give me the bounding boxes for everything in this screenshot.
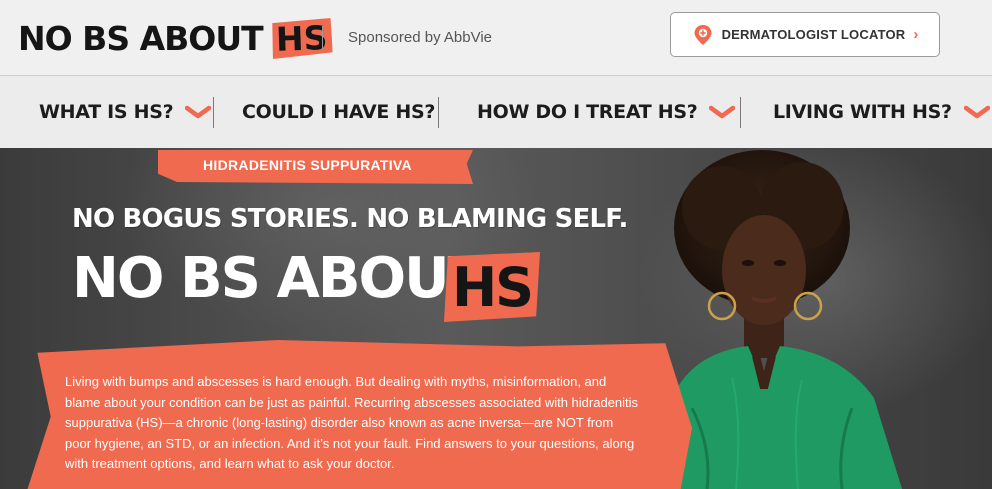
chevron-down-icon	[709, 105, 736, 119]
sponsor-text: Sponsored by AbbVie	[348, 29, 493, 46]
nav-label: LIVING WITH HS?	[773, 101, 952, 123]
hero-hs-badge: HS	[444, 252, 540, 322]
logo-text: NO BS ABOUT	[18, 18, 264, 58]
dermatologist-locator-button[interactable]: DERMATOLOGIST LOCATOR ›	[670, 12, 940, 57]
chevron-down-icon	[963, 105, 990, 119]
logo-hs-badge: HS	[270, 17, 333, 58]
main-nav: WHAT IS HS? COULD I HAVE HS? HOW DO I TR…	[0, 76, 992, 148]
nav-divider	[740, 97, 741, 128]
nav-item-living-with-hs[interactable]: LIVING WITH HS?	[773, 76, 990, 148]
hero-portrait-image	[662, 150, 902, 489]
hero-hs-text: HS	[451, 255, 534, 319]
nav-item-could-i-have-hs[interactable]: COULD I HAVE HS?	[242, 76, 435, 148]
nav-divider	[438, 97, 439, 128]
nav-item-what-is-hs[interactable]: WHAT IS HS?	[39, 76, 212, 148]
hero-tag-label: HIDRADENITIS SUPPURATIVA	[203, 157, 412, 173]
header-divider	[322, 26, 323, 50]
chevron-right-icon: ›	[913, 26, 919, 43]
chevron-down-icon	[185, 105, 212, 119]
site-header: NO BS ABOUT HS Sponsored by AbbVie DERMA…	[0, 0, 992, 76]
nav-item-how-do-i-treat-hs[interactable]: HOW DO I TREAT HS?	[477, 76, 736, 148]
nav-divider	[213, 97, 214, 128]
nav-label: WHAT IS HS?	[39, 101, 174, 123]
nav-label: COULD I HAVE HS?	[242, 101, 436, 123]
hero-banner: HIDRADENITIS SUPPURATIVA NO BOGUS STORIE…	[0, 148, 992, 489]
nav-label: HOW DO I TREAT HS?	[477, 101, 698, 123]
site-logo[interactable]: NO BS ABOUT HS	[18, 16, 332, 60]
hero-subtitle: NO BOGUS STORIES. NO BLAMING SELF.	[72, 204, 628, 234]
map-pin-icon	[694, 24, 712, 45]
locator-label: DERMATOLOGIST LOCATOR	[721, 27, 906, 42]
hero-title: NO BS ABOUT	[72, 246, 486, 311]
hero-body-text: Living with bumps and abscesses is hard …	[65, 374, 639, 471]
